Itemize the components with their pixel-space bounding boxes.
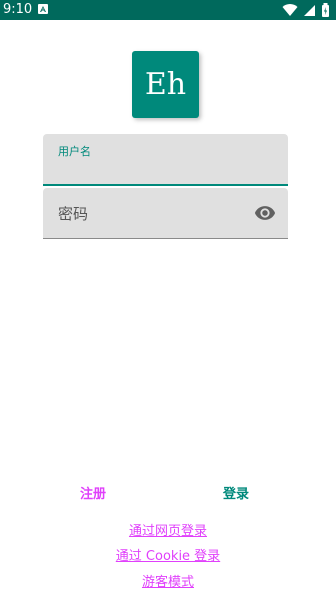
guest-mode-link[interactable]: 游客模式: [0, 571, 336, 590]
eye-icon[interactable]: [254, 202, 276, 224]
status-bar: 9:10: [0, 0, 336, 20]
app-logo-text: Eh: [144, 67, 187, 102]
status-time: 9:10: [3, 2, 33, 17]
signal-icon: [303, 5, 315, 16]
login-button[interactable]: 登录: [223, 482, 249, 506]
username-label: 用户名: [58, 145, 91, 158]
notification-a-icon: [38, 4, 48, 14]
web-login-link[interactable]: 通过网页登录: [0, 520, 336, 539]
wifi-icon: [282, 4, 298, 17]
register-button[interactable]: 注册: [80, 482, 106, 506]
app-logo: Eh: [132, 51, 199, 118]
password-field[interactable]: 密码: [43, 188, 288, 239]
username-field[interactable]: 用户名: [43, 134, 288, 186]
status-icons: [282, 3, 330, 17]
cookie-login-link[interactable]: 通过 Cookie 登录: [0, 545, 336, 564]
battery-icon: [322, 3, 329, 17]
password-placeholder: 密码: [58, 205, 89, 223]
